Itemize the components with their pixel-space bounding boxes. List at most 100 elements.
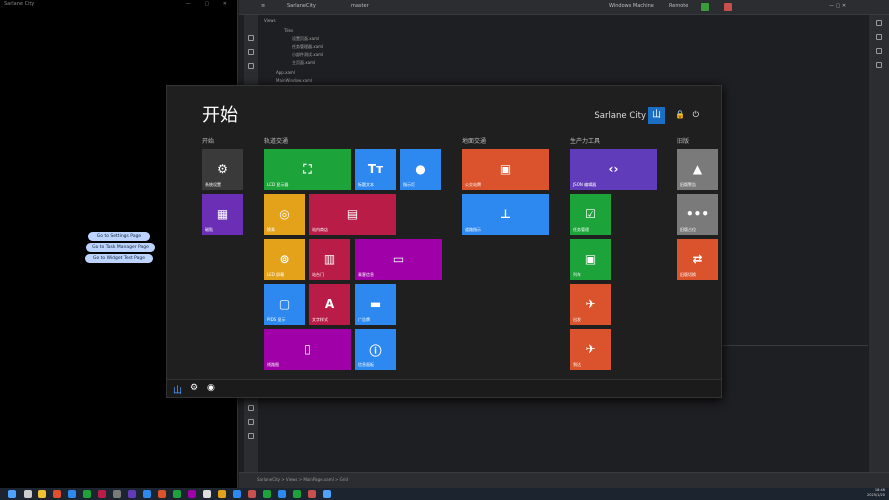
tree-item[interactable]: 主页面.xaml	[292, 60, 315, 66]
tile-shop[interactable]: ▤ 站内商店	[309, 194, 396, 235]
preview-icon[interactable]	[876, 62, 882, 68]
system-clock[interactable]: 18:46 2025/1/20	[867, 488, 885, 498]
explorer-icon[interactable]	[38, 490, 46, 498]
tile-pids[interactable]: ▢ PIDS 显示	[264, 284, 305, 325]
tree-item[interactable]: App.xaml	[276, 70, 295, 75]
tile-tasks[interactable]: ☑ 任务管理	[570, 194, 611, 235]
avatar[interactable]: 山	[648, 107, 665, 124]
tile-split[interactable]: ▭ 乘客信息	[355, 239, 442, 280]
group-label-rail: 轨道交通	[264, 138, 289, 145]
power-settings-icon[interactable]: ◉	[207, 383, 215, 393]
ide-right-toolbar	[869, 15, 889, 488]
tile-tiles[interactable]: ▦ 磁贴	[202, 194, 243, 235]
tile-rings[interactable]: ◎ 换乘	[264, 194, 305, 235]
structure-icon[interactable]	[248, 63, 254, 69]
power-icon[interactable]: ⏻	[693, 110, 699, 120]
app-icon[interactable]	[218, 490, 226, 498]
tile-depart[interactable]: ✈ 出发	[570, 284, 611, 325]
shop-icon: ▤	[346, 206, 359, 221]
app-icon[interactable]	[158, 490, 166, 498]
tile-label: 文字样式	[312, 317, 328, 322]
tile-bars[interactable]: ▥ 站台门	[309, 239, 350, 280]
tile-arrive[interactable]: ✈ 到达	[570, 329, 611, 370]
app-icon[interactable]	[188, 490, 196, 498]
app-icon[interactable]	[293, 490, 301, 498]
app-icon[interactable]	[128, 490, 136, 498]
font-icon: A	[324, 296, 335, 311]
tree-item[interactable]: Tiles	[284, 28, 293, 33]
tile-info[interactable]: ⓘ 信息面板	[355, 329, 396, 370]
tiles-icon: ▦	[216, 206, 229, 221]
tile-lcd[interactable]: ⛶ LCD 显示器	[264, 149, 351, 190]
app-icon[interactable]	[173, 490, 181, 498]
tree-item[interactable]: 小部件测试.xaml	[292, 52, 323, 58]
group-label-ground: 地面交通	[462, 138, 487, 145]
start-icon[interactable]	[8, 490, 16, 498]
run-icon[interactable]	[701, 3, 709, 11]
tile-label: 公交站牌	[465, 182, 481, 187]
gradle-icon[interactable]	[876, 48, 882, 54]
app-icon[interactable]	[263, 490, 271, 498]
goto-task-manager-button[interactable]: Go to Task Manager Page	[86, 243, 155, 252]
warn-icon: ▲	[692, 161, 703, 176]
app-icon[interactable]	[278, 490, 286, 498]
tile-label: 系统设置	[205, 182, 221, 187]
tile-warn[interactable]: ▲ 旧版警告	[677, 149, 718, 190]
tile-map[interactable]: ▯ 线路图	[264, 329, 351, 370]
user-name[interactable]: Sarlane City	[594, 111, 646, 121]
app-icon[interactable]	[203, 490, 211, 498]
app-icon[interactable]	[113, 490, 121, 498]
goto-widget-test-button[interactable]: Go to Widget Test Page	[85, 254, 153, 263]
tile-sign[interactable]: ⊥ 道路指示	[462, 194, 549, 235]
tree-item[interactable]: 任务管理器.xaml	[292, 44, 323, 50]
tile-led[interactable]: ⊚ LED 屏幕	[264, 239, 305, 280]
tile-train[interactable]: ▣ 列车	[570, 239, 611, 280]
tile-settings[interactable]: ⚙ 系统设置	[202, 149, 243, 190]
problems-icon[interactable]	[248, 419, 254, 425]
commit-icon[interactable]	[248, 49, 254, 55]
tile-tt[interactable]: Tт 标题文本	[355, 149, 396, 190]
project-icon[interactable]	[248, 35, 254, 41]
branch-name[interactable]: master	[351, 3, 369, 9]
database-icon[interactable]	[876, 34, 882, 40]
terminal-icon[interactable]	[248, 405, 254, 411]
window-controls[interactable]: — ▢ ✕	[829, 3, 846, 9]
search-icon[interactable]	[24, 490, 32, 498]
info-icon: ⓘ	[369, 343, 382, 358]
settings-icon[interactable]: ⚙	[190, 383, 198, 393]
arrive-icon: ✈	[585, 341, 596, 356]
remote-tab[interactable]: Remote	[669, 3, 688, 9]
app-icon[interactable]	[68, 490, 76, 498]
tile-font[interactable]: A 文字样式	[309, 284, 350, 325]
tile-circle[interactable]: ● 指示灯	[400, 149, 441, 190]
stop-icon[interactable]	[724, 3, 732, 11]
tree-item[interactable]: Views	[264, 18, 276, 23]
tree-item[interactable]: MainWindow.xaml	[276, 78, 312, 83]
left-app-window-controls[interactable]: — ▢ ✕	[186, 1, 233, 7]
app-icon[interactable]	[143, 490, 151, 498]
menu-icon[interactable]: ≡	[261, 3, 265, 9]
tile-ad[interactable]: ▬ 广告牌	[355, 284, 396, 325]
tile-json[interactable]: ‹› JSON 编辑器	[570, 149, 657, 190]
run-config[interactable]: Windows Machine	[609, 3, 654, 9]
project-name[interactable]: SarlaneCity	[287, 3, 316, 9]
tile-dots[interactable]: ••• 旧版占位	[677, 194, 718, 235]
goto-settings-button[interactable]: Go to Settings Page	[88, 232, 150, 241]
app-icon[interactable]	[83, 490, 91, 498]
app-icon[interactable]	[323, 490, 331, 498]
app-icon[interactable]	[308, 490, 316, 498]
ide-toolbar: ≡ SarlaneCity master Windows Machine Rem…	[239, 0, 889, 15]
tree-item[interactable]: 设置页面.xaml	[292, 36, 319, 42]
tile-bus[interactable]: ▣ 公交站牌	[462, 149, 549, 190]
app-icon[interactable]	[248, 490, 256, 498]
tile-swap[interactable]: ⇄ 旧版切换	[677, 239, 718, 280]
app-icon[interactable]	[98, 490, 106, 498]
lock-icon[interactable]: 🔒	[675, 110, 685, 119]
notifications-icon[interactable]	[876, 20, 882, 26]
git-icon[interactable]	[248, 433, 254, 439]
app-logo-icon[interactable]: 山	[173, 383, 182, 396]
tile-label: 旧版占位	[680, 227, 696, 232]
app-icon[interactable]	[233, 490, 241, 498]
app-icon[interactable]	[53, 490, 61, 498]
tile-label: 出发	[573, 317, 581, 322]
